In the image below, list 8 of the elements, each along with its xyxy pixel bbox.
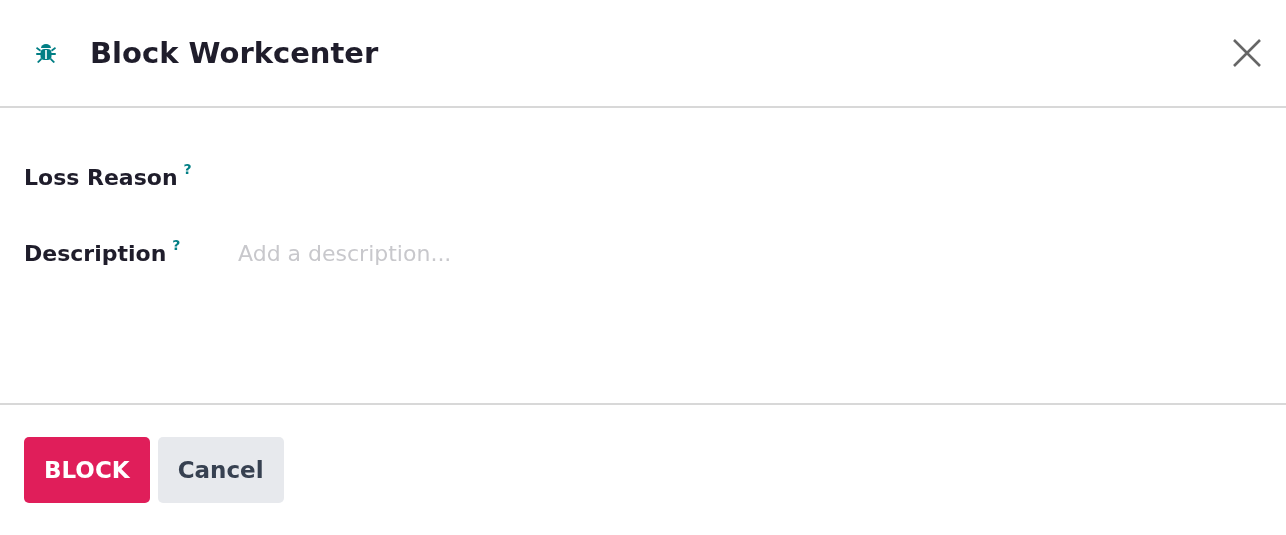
help-tooltip[interactable]: ? bbox=[172, 237, 181, 254]
field-label: Loss Reason bbox=[24, 165, 178, 191]
cancel-button[interactable]: Cancel bbox=[157, 437, 284, 503]
help-tooltip[interactable]: ? bbox=[183, 161, 192, 178]
close-button[interactable] bbox=[1232, 37, 1262, 68]
dialog-title: Block Workcenter bbox=[90, 35, 380, 70]
field-label: Description bbox=[24, 241, 167, 267]
block-button[interactable]: BLOCK bbox=[24, 437, 150, 503]
